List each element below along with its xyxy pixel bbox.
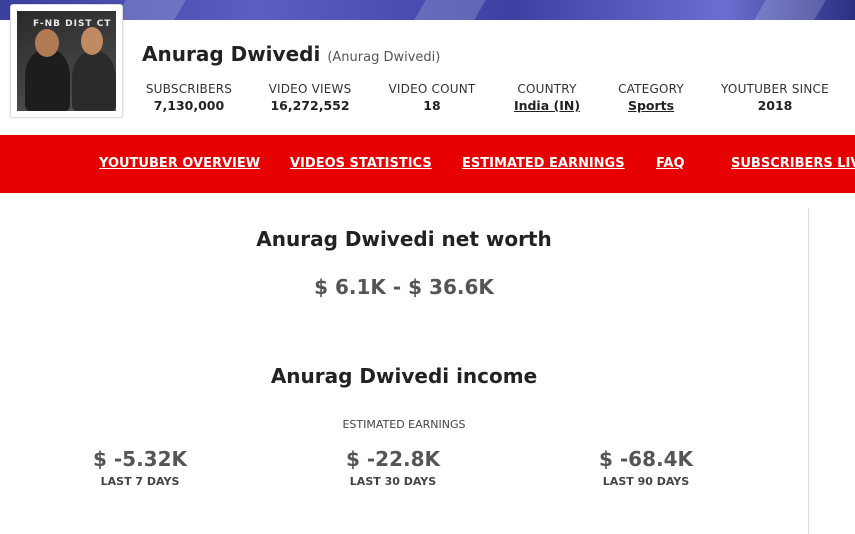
- stat-label: VIDEO VIEWS: [268, 82, 352, 96]
- stat-label: YOUTUBER SINCE: [721, 82, 829, 96]
- stat-label: CATEGORY: [618, 82, 684, 96]
- estimated-earnings-label: ESTIMATED EARNINGS: [342, 418, 466, 431]
- networth-range: $ 6.1K - $ 36.6K: [314, 275, 494, 299]
- earnings-30-days: $ -22.8K LAST 30 DAYS: [293, 447, 493, 488]
- channel-handle: (Anurag Dwivedi): [327, 50, 441, 65]
- content-divider: [808, 208, 809, 534]
- earnings-value: $ -22.8K: [345, 447, 441, 471]
- channel-title-row: Anurag Dwivedi (Anurag Dwivedi): [142, 42, 440, 66]
- earnings-90-days: $ -68.4K LAST 90 DAYS: [546, 447, 746, 488]
- channel-stats: SUBSCRIBERS 7,130,000 VIDEO VIEWS 16,272…: [0, 82, 855, 122]
- networth-heading: Anurag Dwivedi net worth: [256, 227, 552, 251]
- nav-youtuber-overview[interactable]: YOUTUBER OVERVIEW: [99, 156, 260, 171]
- stat-video-count: VIDEO COUNT 18: [367, 82, 497, 113]
- earnings-value: $ -68.4K: [598, 447, 694, 471]
- nav-videos-statistics[interactable]: VIDEOS STATISTICS: [290, 156, 432, 171]
- channel-name: Anurag Dwivedi: [142, 42, 321, 66]
- earnings-period-label: LAST 30 DAYS: [349, 475, 437, 488]
- section-nav: YOUTUBER OVERVIEW VIDEOS STATISTICS ESTI…: [0, 135, 855, 193]
- stat-label: SUBSCRIBERS: [145, 82, 233, 96]
- nav-estimated-earnings[interactable]: ESTIMATED EARNINGS: [462, 156, 625, 171]
- category-link[interactable]: Sports: [586, 98, 716, 113]
- stat-value: 2018: [757, 98, 793, 113]
- main-content: Anurag Dwivedi net worth $ 6.1K - $ 36.6…: [0, 193, 808, 534]
- nav-subscribers-live[interactable]: SUBSCRIBERS LIVE C: [731, 156, 855, 171]
- earnings-period-label: LAST 90 DAYS: [602, 475, 690, 488]
- stat-value: 16,272,552: [270, 98, 350, 113]
- stat-value: 18: [423, 98, 441, 113]
- stat-video-views: VIDEO VIEWS 16,272,552: [245, 82, 375, 113]
- stat-label: VIDEO COUNT: [388, 82, 476, 96]
- stat-category: CATEGORY Sports: [586, 82, 716, 113]
- stat-youtuber-since: YOUTUBER SINCE 2018: [710, 82, 840, 113]
- channel-header: F-NB DIST CT Anurag Dwivedi (Anurag Dwiv…: [0, 4, 855, 135]
- nav-faq[interactable]: FAQ: [656, 156, 685, 171]
- earnings-7-days: $ -5.32K LAST 7 DAYS: [40, 447, 240, 488]
- channel-banner: [0, 0, 855, 20]
- earnings-period-label: LAST 7 DAYS: [100, 475, 180, 488]
- stat-subscribers: SUBSCRIBERS 7,130,000: [124, 82, 254, 113]
- avatar-sign-text: F-NB DIST CT: [33, 19, 112, 29]
- earnings-value: $ -5.32K: [92, 447, 188, 471]
- income-heading: Anurag Dwivedi income: [270, 364, 538, 388]
- stat-value: 7,130,000: [153, 98, 225, 113]
